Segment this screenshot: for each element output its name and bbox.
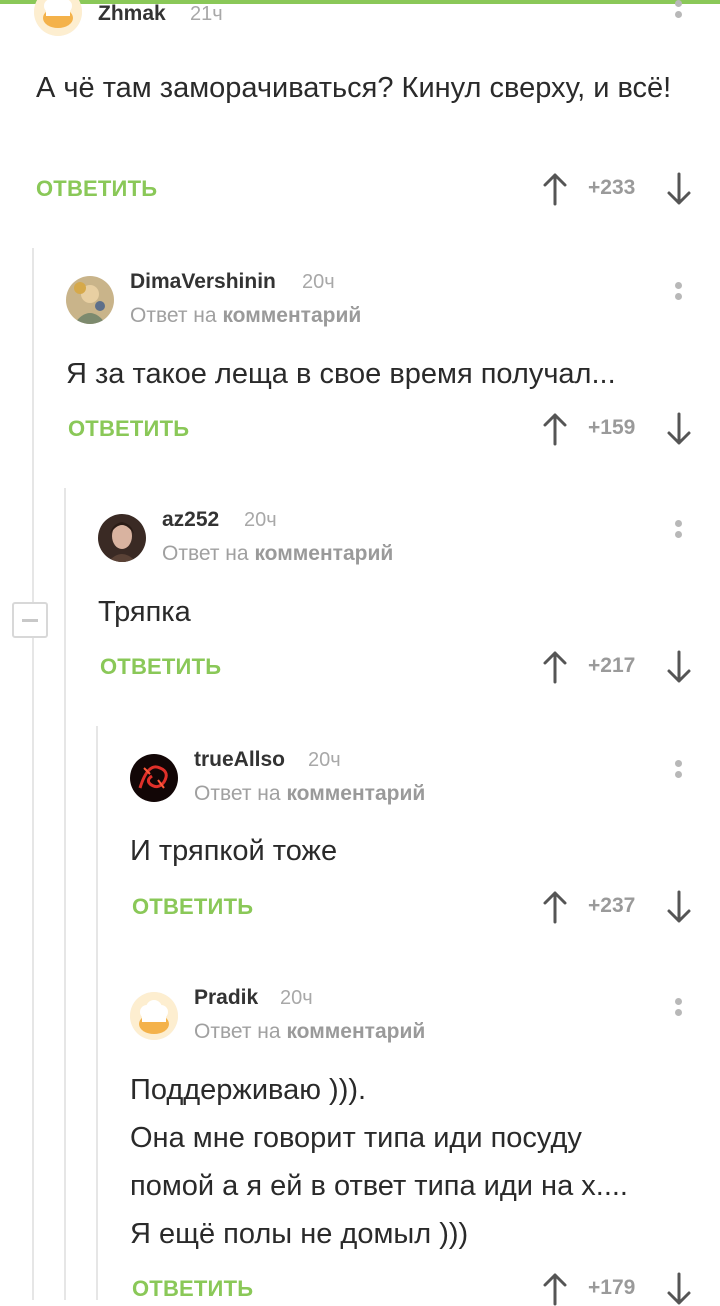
reply-to-link[interactable]: Ответ на комментарий	[194, 782, 425, 806]
thread-line-level-2	[64, 488, 66, 1300]
arrow-up-icon[interactable]	[540, 890, 570, 924]
arrow-down-icon[interactable]	[664, 650, 694, 684]
comment-text-line: Поддерживаю ))).	[130, 1074, 367, 1106]
reply-button[interactable]: ОТВЕТИТЬ	[36, 176, 157, 202]
dragon-avatar-icon[interactable]	[130, 754, 178, 802]
thread-line-level-3	[96, 726, 98, 1300]
comment-author[interactable]: DimaVershinin	[130, 270, 276, 294]
chef-hat-avatar-icon[interactable]	[34, 0, 82, 36]
photo-avatar-icon[interactable]	[98, 514, 146, 562]
comment-time: 20ч	[244, 509, 277, 531]
comment-text-line: Она мне говорит типа иди посуду	[130, 1122, 582, 1154]
comment-author[interactable]: Pradik	[194, 986, 258, 1010]
more-options-icon[interactable]	[672, 0, 684, 32]
comment-time: 20ч	[302, 271, 335, 293]
comment-author[interactable]: trueAllso	[194, 748, 285, 772]
arrow-up-icon[interactable]	[540, 172, 570, 206]
arrow-down-icon[interactable]	[664, 412, 694, 446]
comment-text: Я за такое леща в свое время получал...	[66, 358, 616, 390]
more-options-icon[interactable]	[672, 282, 684, 314]
vote-score: +233	[588, 176, 636, 199]
chef-hat-avatar-icon[interactable]	[130, 992, 178, 1040]
more-options-icon[interactable]	[672, 760, 684, 792]
reply-to-link[interactable]: Ответ на комментарий	[130, 304, 361, 328]
comment-time: 21ч	[190, 3, 223, 25]
arrow-up-icon[interactable]	[540, 1272, 570, 1306]
arrow-up-icon[interactable]	[540, 412, 570, 446]
collapse-thread-button[interactable]	[12, 602, 48, 638]
comment-text-line: Я ещё полы не домыл )))	[130, 1218, 469, 1250]
comment-text: И тряпкой тоже	[130, 835, 338, 867]
reply-to-link[interactable]: Ответ на комментарий	[194, 1020, 425, 1044]
comment-author[interactable]: Zhmak	[98, 2, 166, 26]
arrow-up-icon[interactable]	[540, 650, 570, 684]
vote-score: +237	[588, 894, 636, 917]
vote-score: +179	[588, 1276, 636, 1299]
vote-score: +217	[588, 654, 636, 677]
more-options-icon[interactable]	[672, 998, 684, 1030]
comment-author[interactable]: az252	[162, 508, 219, 532]
comment-text: А чё там заморачиваться? Кинул сверху, и…	[36, 72, 672, 104]
arrow-down-icon[interactable]	[664, 1272, 694, 1306]
reply-button[interactable]: ОТВЕТИТЬ	[132, 1276, 253, 1302]
arrow-down-icon[interactable]	[664, 890, 694, 924]
comment-time: 20ч	[280, 987, 313, 1009]
arrow-down-icon[interactable]	[664, 172, 694, 206]
thread-line-level-1	[32, 248, 34, 1300]
more-options-icon[interactable]	[672, 520, 684, 552]
vote-score: +159	[588, 416, 636, 439]
comment-time: 20ч	[308, 749, 341, 771]
photo-avatar-icon[interactable]	[66, 276, 114, 324]
comment-text-line: помой а я ей в ответ типа иди на х....	[130, 1170, 628, 1202]
reply-to-link[interactable]: Ответ на комментарий	[162, 542, 393, 566]
reply-button[interactable]: ОТВЕТИТЬ	[132, 894, 253, 920]
comment-text: Поддерживаю ))). Она мне говорит типа ид…	[130, 1066, 710, 1258]
reply-button[interactable]: ОТВЕТИТЬ	[68, 416, 189, 442]
comment-text: Тряпка	[98, 596, 191, 628]
reply-button[interactable]: ОТВЕТИТЬ	[100, 654, 221, 680]
